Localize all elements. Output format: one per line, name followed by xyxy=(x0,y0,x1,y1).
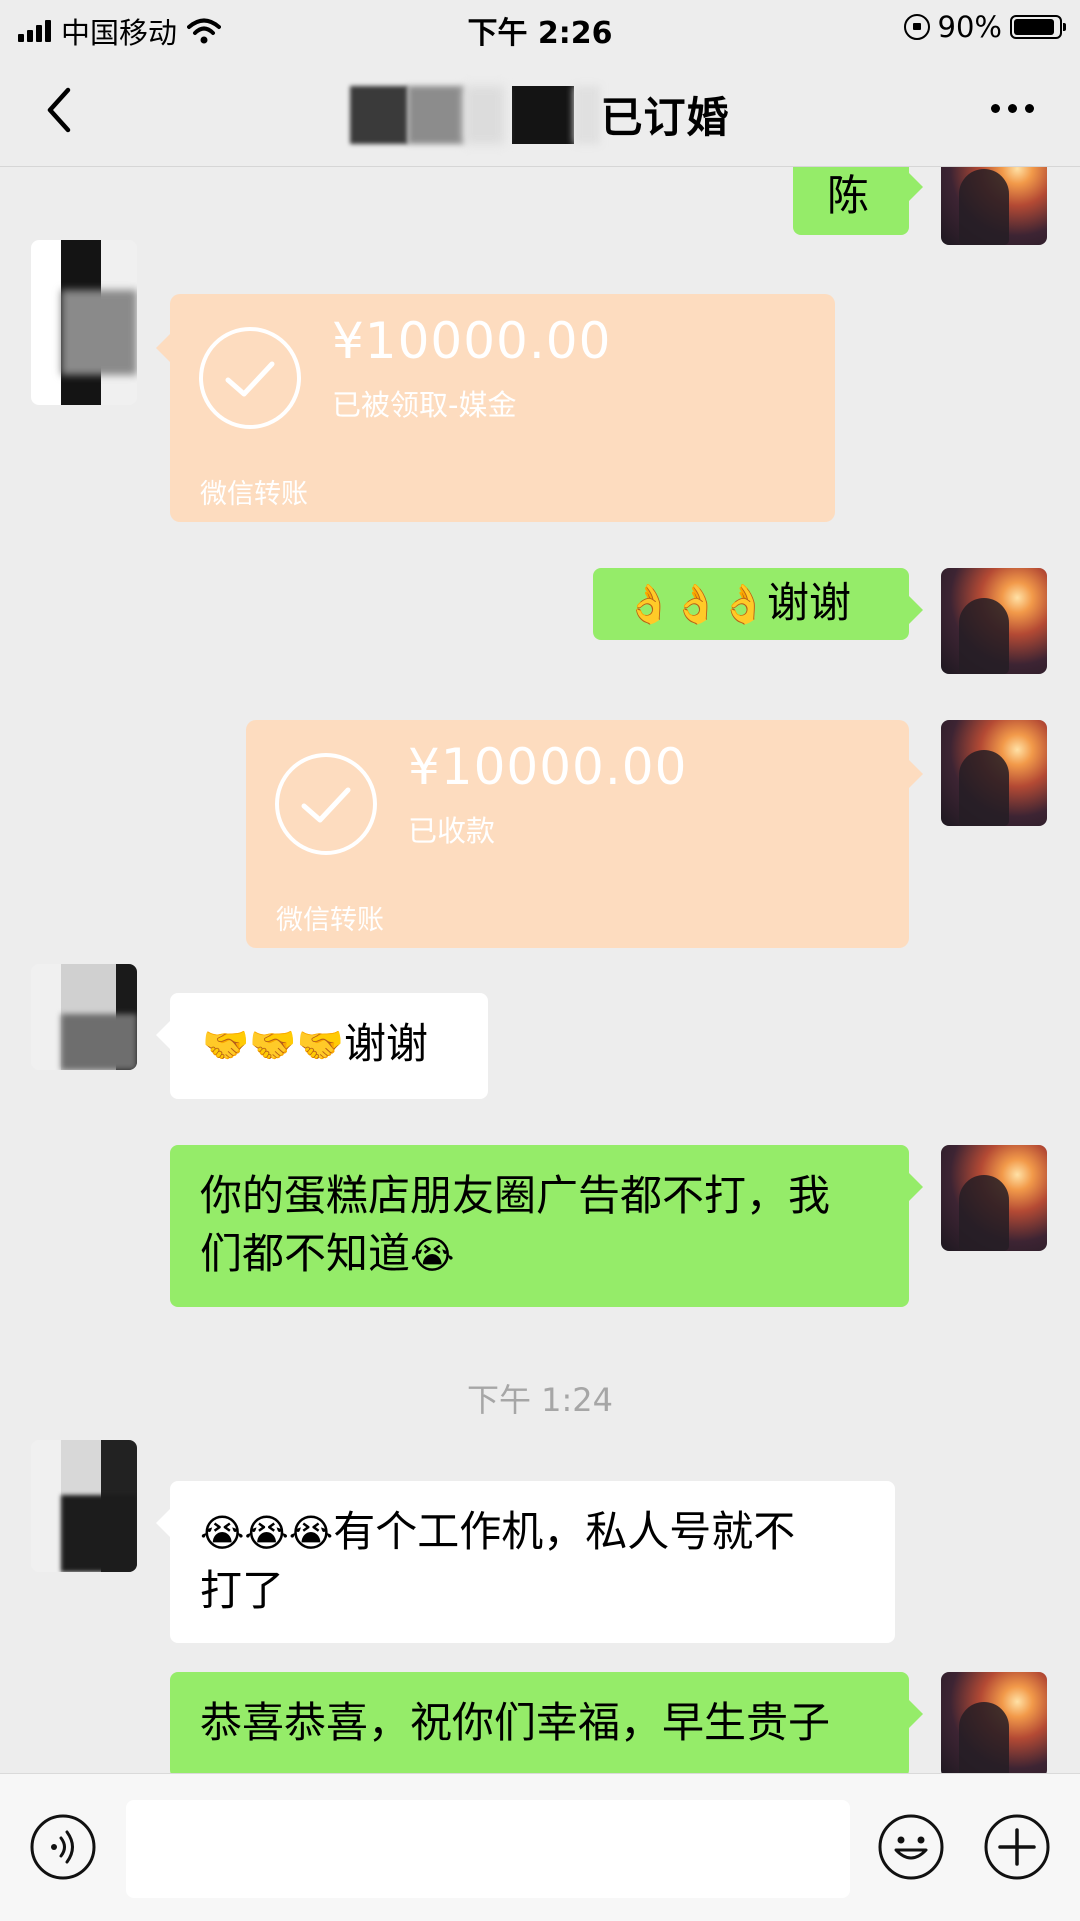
transfer-amount: ¥10000.00 xyxy=(408,738,688,796)
message-bubble[interactable]: 陈 xyxy=(793,167,923,235)
my-avatar[interactable] xyxy=(941,1672,1047,1773)
message-text: 们都不知道 xyxy=(200,1229,411,1278)
message-row: 🤝🤝🤝谢谢 xyxy=(0,960,1080,1099)
chat-title: 已订婚 xyxy=(0,84,1080,145)
ok-hand-emoji: 👌👌👌 xyxy=(625,582,767,626)
handshake-emoji: 🤝🤝🤝 xyxy=(202,1023,344,1067)
message-row: ¥10000.00 已被领取-媒金 微信转账 xyxy=(0,240,1080,522)
transfer-status: 已被领取-媒金 xyxy=(332,388,517,422)
input-bar xyxy=(0,1773,1080,1921)
message-row: 👌👌👌谢谢 xyxy=(0,568,1080,678)
battery-icon xyxy=(1010,15,1066,39)
redacted-name xyxy=(408,85,465,144)
transfer-amount: ¥10000.00 xyxy=(332,312,612,370)
message-list[interactable]: 陈 ¥10000.00 已被领取-媒金 微信转账 👌👌👌谢谢 ¥10000.00… xyxy=(0,167,1080,1773)
chat-header: 已订婚 xyxy=(0,54,1080,167)
transfer-status: 已收款 xyxy=(408,814,496,848)
message-bubble[interactable]: 恭喜恭喜，祝你们幸福，早生贵子 xyxy=(170,1672,923,1773)
redacted-name xyxy=(350,85,409,144)
message-text: 打了 xyxy=(200,1566,285,1615)
message-row: 你的蛋糕店朋友圈广告都不打，我 们都不知道😭 xyxy=(0,1145,1080,1315)
redacted-avatar xyxy=(61,290,137,375)
message-row: ¥10000.00 已收款 微信转账 xyxy=(0,720,1080,960)
check-circle-icon xyxy=(199,327,301,429)
status-bar: 中国移动 下午 2:26 90% xyxy=(0,0,1080,54)
message-bubble[interactable]: 👌👌👌谢谢 xyxy=(593,568,923,640)
contact-avatar[interactable] xyxy=(31,1440,137,1572)
message-bubble[interactable]: 你的蛋糕店朋友圈广告都不打，我 们都不知道😭 xyxy=(170,1145,923,1307)
chat-title-text: 已订婚 xyxy=(600,93,730,142)
contact-avatar[interactable] xyxy=(31,964,137,1070)
plus-icon[interactable] xyxy=(984,1814,1050,1880)
my-avatar[interactable] xyxy=(941,568,1047,674)
contact-avatar[interactable] xyxy=(31,240,137,405)
redacted-name xyxy=(512,85,575,144)
redacted-name xyxy=(464,85,505,144)
my-avatar[interactable] xyxy=(941,720,1047,826)
transfer-label: 微信转账 xyxy=(276,905,384,936)
message-text: 谢谢 xyxy=(343,1019,428,1068)
my-avatar[interactable] xyxy=(941,1145,1047,1251)
message-row: 😭😭😭有个工作机，私人号就不 打了 xyxy=(0,1440,1080,1643)
transfer-card[interactable]: ¥10000.00 已收款 微信转账 xyxy=(246,720,923,948)
message-bubble[interactable]: 🤝🤝🤝谢谢 xyxy=(156,993,488,1099)
message-row: 恭喜恭喜，祝你们幸福，早生贵子 xyxy=(0,1672,1080,1773)
crying-emoji: 😭😭😭 xyxy=(200,1511,334,1555)
message-text: 你的蛋糕店朋友圈广告都不打，我 xyxy=(200,1171,831,1220)
status-right: 90% xyxy=(903,10,1066,44)
battery-percent: 90% xyxy=(937,10,1002,44)
transfer-label: 微信转账 xyxy=(200,479,308,510)
my-avatar[interactable] xyxy=(941,167,1047,245)
redacted-name xyxy=(574,85,601,144)
orientation-lock-icon xyxy=(903,14,930,40)
emoji-icon[interactable] xyxy=(878,1814,944,1880)
check-circle-icon xyxy=(275,753,377,855)
transfer-card[interactable]: ¥10000.00 已被领取-媒金 微信转账 xyxy=(156,294,835,522)
timestamp: 下午 1:24 xyxy=(466,1381,614,1419)
message-input[interactable] xyxy=(126,1800,850,1898)
redacted-avatar xyxy=(61,1495,137,1572)
message-bubble[interactable]: 😭😭😭有个工作机，私人号就不 打了 xyxy=(156,1481,895,1643)
battery-level xyxy=(1014,19,1054,35)
message-text: 谢谢 xyxy=(766,578,851,627)
voice-icon[interactable] xyxy=(30,1814,96,1880)
message-text: 有个工作机，私人号就不 xyxy=(333,1507,796,1556)
redacted-avatar xyxy=(61,1014,137,1070)
more-dots-icon[interactable] xyxy=(991,104,1034,113)
crying-emoji: 😭 xyxy=(410,1233,455,1277)
